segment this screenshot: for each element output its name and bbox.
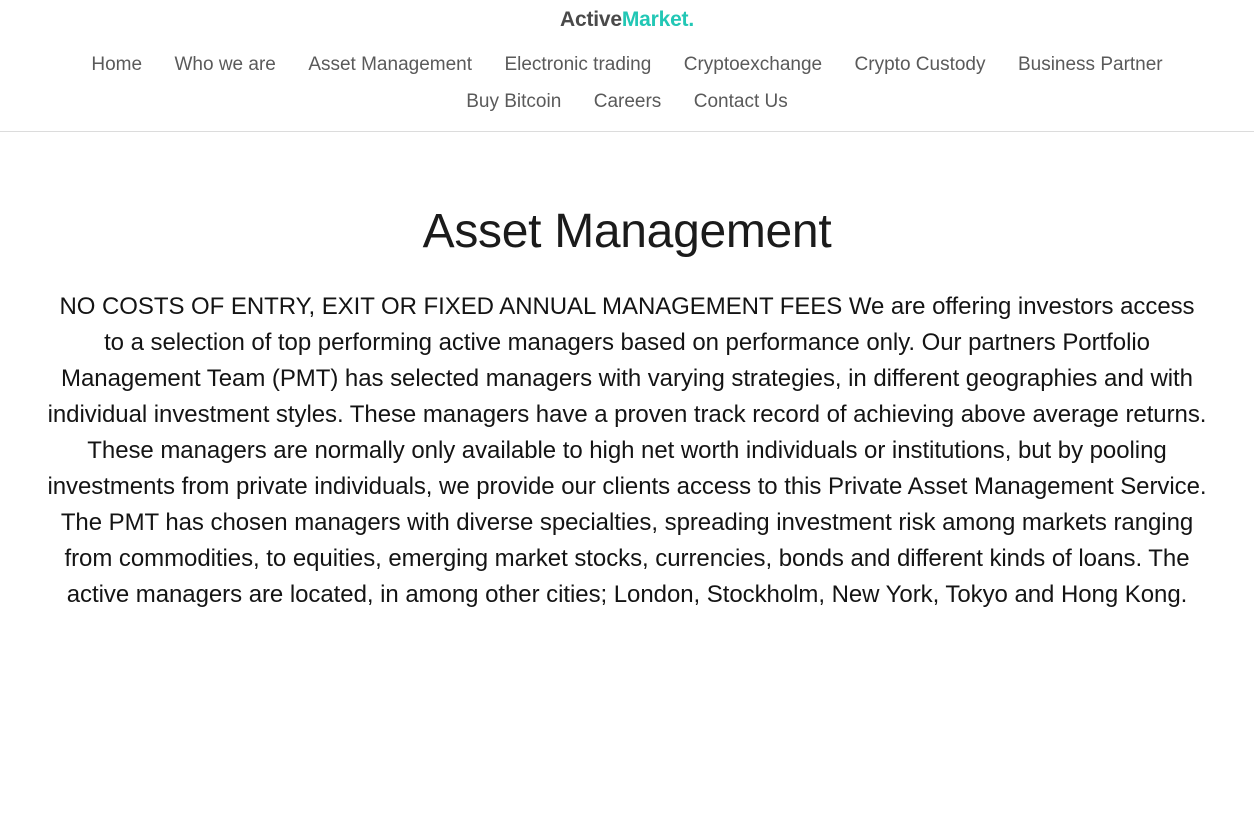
main-navigation: Home Who we are Asset Management Electro… <box>0 47 1254 121</box>
nav-link-home[interactable]: Home <box>77 47 156 83</box>
nav-item-cryptoexchange: Cryptoexchange <box>670 47 836 84</box>
nav-link-business-partner[interactable]: Business Partner <box>1004 47 1177 83</box>
nav-item-asset-management: Asset Management <box>294 47 486 84</box>
nav-link-cryptoexchange[interactable]: Cryptoexchange <box>670 47 836 83</box>
site-logo[interactable]: ActiveMarket. <box>560 9 694 30</box>
logo-text-accent: Market. <box>621 8 694 31</box>
bottom-spacer <box>47 613 1207 763</box>
nav-link-careers[interactable]: Careers <box>580 84 676 120</box>
page-root: ActiveMarket. Home Who we are Asset Mana… <box>0 0 1254 818</box>
nav-link-asset-management[interactable]: Asset Management <box>294 47 486 83</box>
nav-link-who-we-are[interactable]: Who we are <box>160 47 289 83</box>
brand-row: ActiveMarket. <box>0 9 1254 36</box>
nav-item-crypto-custody: Crypto Custody <box>841 47 1000 84</box>
page-title: Asset Management <box>422 205 832 258</box>
nav-item-business-partner: Business Partner <box>1004 47 1177 84</box>
nav-link-electronic-trading[interactable]: Electronic trading <box>490 47 665 83</box>
nav-link-contact-us[interactable]: Contact Us <box>680 84 802 120</box>
content-container: Asset Management NO COSTS OF ENTRY, EXIT… <box>47 132 1207 763</box>
nav-item-home: Home <box>77 47 156 84</box>
main-content: Asset Management NO COSTS OF ENTRY, EXIT… <box>0 132 1254 763</box>
logo-text-primary: Active <box>560 8 622 31</box>
page-body-text: NO COSTS OF ENTRY, EXIT OR FIXED ANNUAL … <box>47 293 1220 609</box>
nav-link-buy-bitcoin[interactable]: Buy Bitcoin <box>452 84 575 120</box>
nav-list: Home Who we are Asset Management Electro… <box>14 47 1240 121</box>
nav-link-crypto-custody[interactable]: Crypto Custody <box>841 47 1000 83</box>
nav-item-buy-bitcoin: Buy Bitcoin <box>452 84 575 121</box>
site-header: ActiveMarket. Home Who we are Asset Mana… <box>0 0 1254 132</box>
nav-item-electronic-trading: Electronic trading <box>490 47 665 84</box>
nav-item-careers: Careers <box>580 84 676 121</box>
nav-item-who-we-are: Who we are <box>160 47 289 84</box>
nav-item-contact-us: Contact Us <box>680 84 802 121</box>
